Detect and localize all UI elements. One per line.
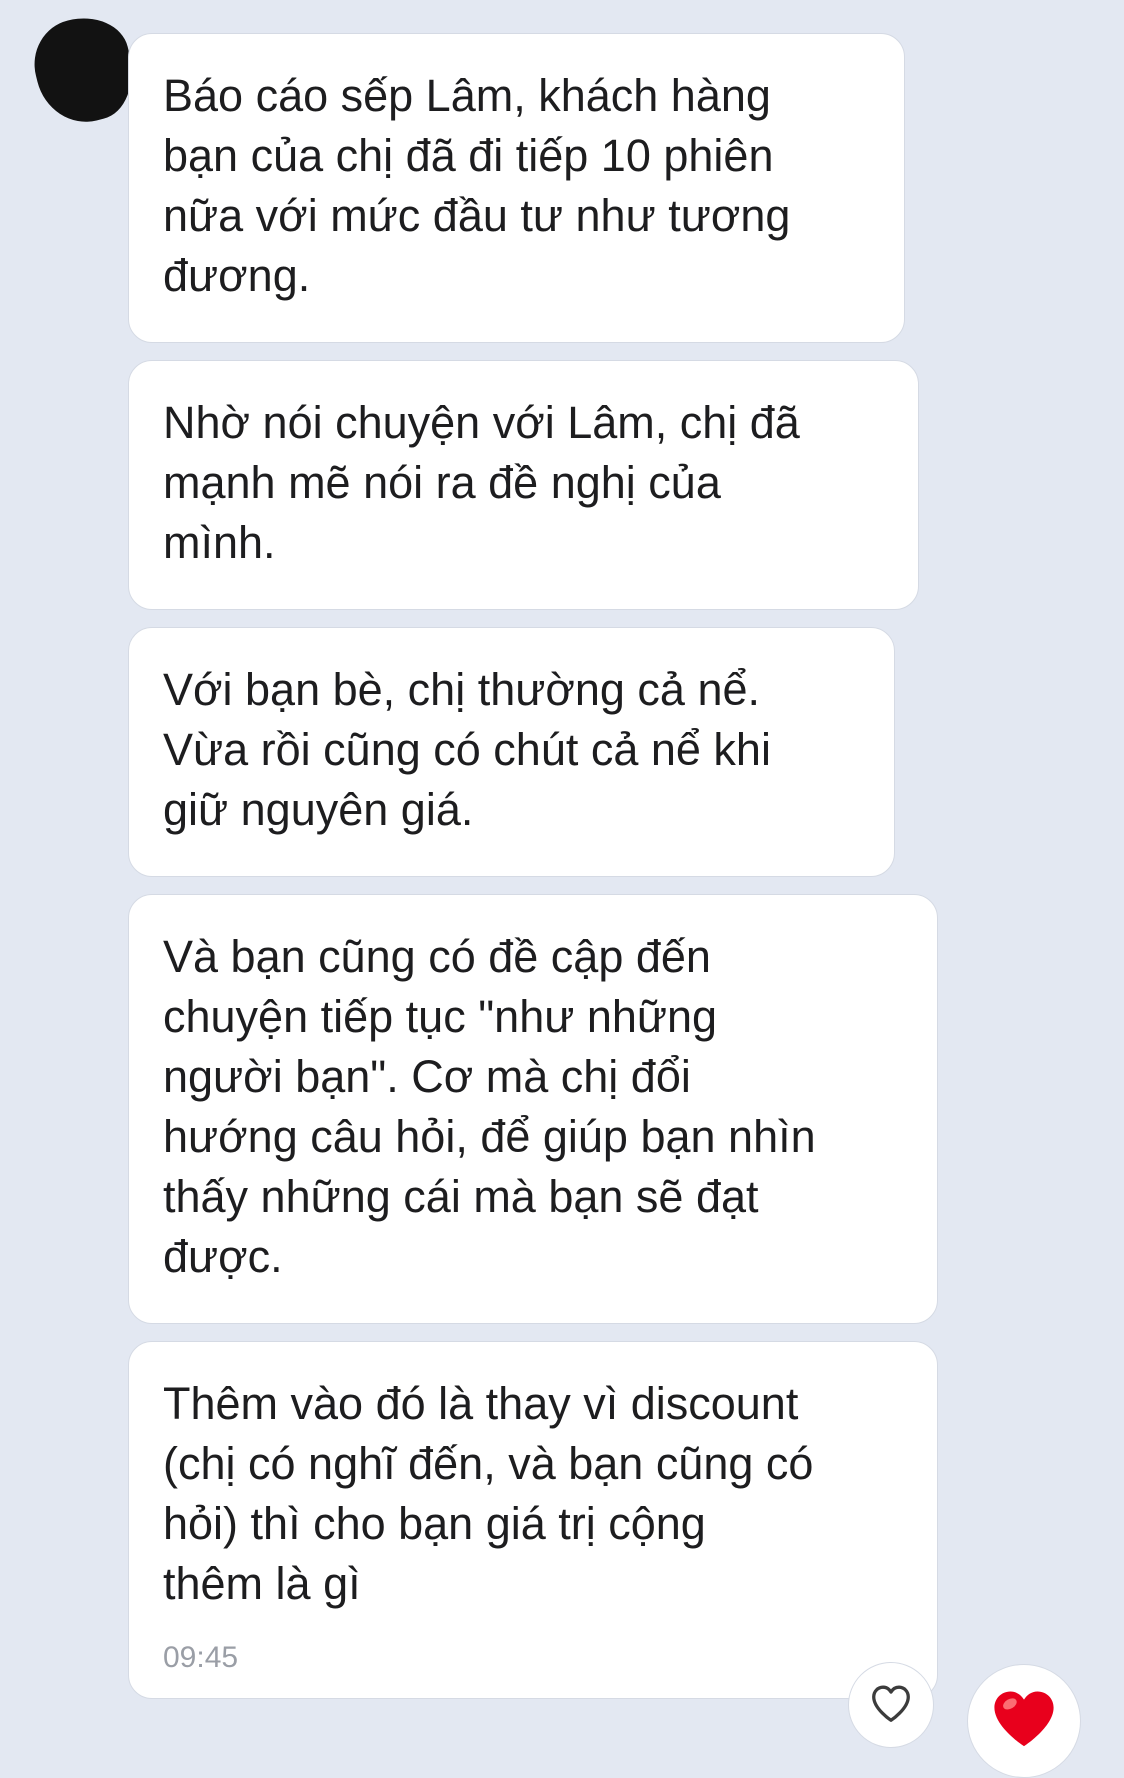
message-bubble[interactable]: Nhờ nói chuyện với Lâm, chị đã mạnh mẽ n… [128,360,919,610]
message-text: Thêm vào đó là thay vì discount (chị có … [163,1378,814,1609]
message-bubble[interactable]: Báo cáo sếp Lâm, khách hàng bạn của chị … [128,33,905,343]
red-heart-icon [994,1691,1054,1747]
message-bubble[interactable]: Và bạn cũng có đề cập đến chuyện tiếp tụ… [128,894,938,1324]
message-bubble[interactable]: Thêm vào đó là thay vì discount (chị có … [128,1341,938,1699]
sender-avatar[interactable] [24,7,144,133]
heart-outline-icon [872,1685,910,1722]
message-bubble[interactable]: Với bạn bè, chị thường cả nể. Vừa rồi cũ… [128,627,895,877]
react-button[interactable] [848,1662,934,1748]
message-text: Báo cáo sếp Lâm, khách hàng bạn của chị … [163,70,791,301]
message-text: Và bạn cũng có đề cập đến chuyện tiếp tụ… [163,931,816,1282]
message-text: Nhờ nói chuyện với Lâm, chị đã mạnh mẽ n… [163,397,800,568]
message-timestamp: 09:45 [163,1641,239,1674]
message-text: Với bạn bè, chị thường cả nể. Vừa rồi cũ… [163,664,771,835]
love-reaction-badge[interactable] [967,1664,1081,1778]
